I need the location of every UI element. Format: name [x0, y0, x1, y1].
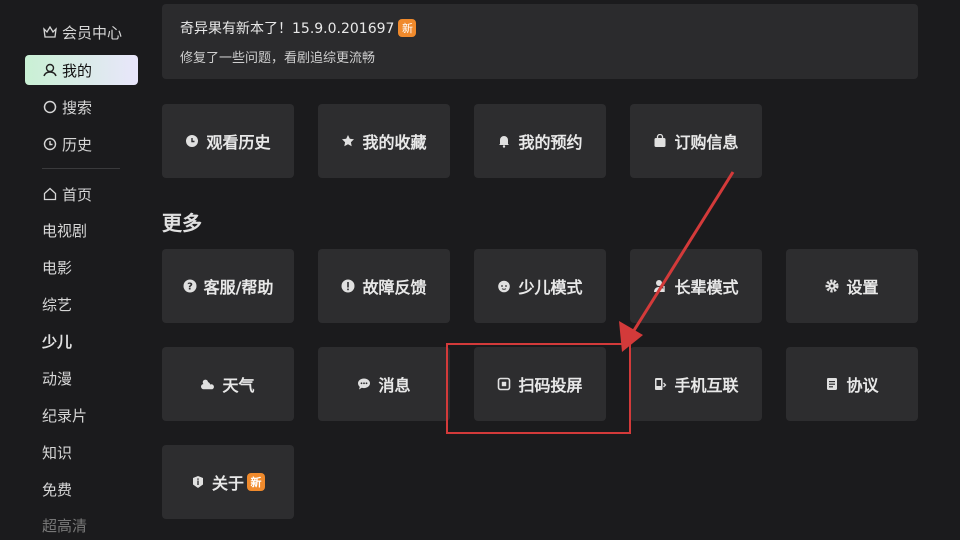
sidebar-item-vip[interactable]: 会员中心: [25, 17, 138, 47]
tile-kids-mode[interactable]: 少儿模式: [474, 249, 606, 323]
sidebar-divider: [42, 168, 120, 169]
sidebar-item-movie[interactable]: 电影: [25, 252, 138, 282]
tile-label: 消息: [378, 376, 411, 395]
alert-icon: [341, 279, 355, 293]
elder-icon: [653, 279, 667, 293]
phone-icon: [653, 377, 667, 391]
sidebar-item-uhd[interactable]: 超高清: [25, 510, 138, 540]
sidebar-item-label: 纪录片: [42, 406, 88, 425]
gear-icon: [825, 279, 839, 293]
sidebar-item-knowledge[interactable]: 知识: [25, 437, 138, 467]
tile-label: 少儿模式: [518, 278, 583, 297]
tile-elder-mode[interactable]: 长辈模式: [630, 249, 762, 323]
tile-label: 设置: [846, 278, 879, 297]
sidebar-item-label: 动漫: [42, 369, 73, 388]
new-badge: 新: [398, 19, 417, 37]
tile-label: 订购信息: [674, 133, 739, 152]
sidebar-item-label: 少儿: [42, 332, 73, 351]
highlight-box: [446, 343, 631, 434]
tile-about[interactable]: 关于 新: [162, 445, 294, 519]
tile-watch-history[interactable]: 观看历史: [162, 104, 294, 178]
child-icon: [497, 279, 511, 293]
sidebar-item-anime[interactable]: 动漫: [25, 363, 138, 393]
sidebar-item-label: 知识: [42, 443, 73, 462]
sidebar-item-history[interactable]: 历史: [25, 129, 138, 159]
tile-weather[interactable]: 天气: [162, 347, 294, 421]
message-icon: [357, 377, 371, 391]
sidebar-item-search[interactable]: 搜索: [25, 92, 138, 122]
tile-label: 我的收藏: [362, 133, 427, 152]
tile-label: 我的预约: [518, 133, 583, 152]
sidebar-item-kids[interactable]: 少儿: [25, 326, 138, 356]
search-icon: [42, 100, 57, 115]
new-badge: 新: [247, 473, 265, 491]
tile-feedback[interactable]: 故障反馈: [318, 249, 450, 323]
sidebar-item-label: 电视剧: [42, 221, 88, 240]
sidebar-item-free[interactable]: 免费: [25, 474, 138, 504]
sidebar-item-variety[interactable]: 综艺: [25, 289, 138, 319]
sidebar-item-label: 综艺: [42, 295, 73, 314]
document-icon: [825, 377, 839, 391]
update-notice-title: 奇异果有新本了！15.9.0.201697: [180, 21, 395, 37]
update-notice-subtitle: 修复了一些问题，看剧追综更流畅: [180, 51, 376, 66]
tile-label: 客服/帮助: [203, 278, 274, 297]
info-icon: [191, 475, 205, 489]
tile-customer-service[interactable]: ? 客服/帮助: [162, 249, 294, 323]
update-notice[interactable]: 奇异果有新本了！15.9.0.201697 新 修复了一些问题，看剧追综更流畅: [162, 4, 918, 79]
tile-label: 关于: [211, 474, 244, 493]
sidebar-item-label: 历史: [62, 135, 93, 154]
home-icon: [42, 187, 57, 202]
bell-icon: [497, 134, 511, 148]
tile-phone-link[interactable]: 手机互联: [630, 347, 762, 421]
sidebar-item-home[interactable]: 首页: [25, 179, 138, 209]
crown-icon: [42, 25, 57, 40]
tile-label: 长辈模式: [674, 278, 739, 297]
tile-messages[interactable]: 消息: [318, 347, 450, 421]
sidebar-item-label: 搜索: [62, 98, 93, 117]
sidebar: 会员中心 我的 搜索 历史 首页 电视剧 电影 综艺 少儿 动漫 纪录片 知识 …: [0, 0, 150, 540]
help-icon: ?: [183, 279, 197, 293]
sidebar-item-label: 超高清: [42, 516, 88, 535]
tile-favorites[interactable]: 我的收藏: [318, 104, 450, 178]
sidebar-item-documentary[interactable]: 纪录片: [25, 400, 138, 430]
svg-text:?: ?: [187, 282, 193, 293]
tile-label: 手机互联: [674, 376, 739, 395]
sidebar-item-tv[interactable]: 电视剧: [25, 215, 138, 245]
tile-label: 故障反馈: [362, 278, 427, 297]
bag-icon: [653, 134, 667, 148]
tile-reservations[interactable]: 我的预约: [474, 104, 606, 178]
sidebar-item-label: 首页: [62, 185, 93, 204]
sidebar-item-label: 我的: [62, 61, 93, 80]
clock-icon: [42, 137, 57, 152]
user-icon: [42, 63, 57, 78]
sidebar-item-label: 免费: [42, 480, 73, 499]
section-title-more: 更多: [162, 211, 202, 235]
tile-label: 协议: [846, 376, 879, 395]
tile-agreement[interactable]: 协议: [786, 347, 918, 421]
star-icon: [341, 134, 355, 148]
tile-settings[interactable]: 设置: [786, 249, 918, 323]
weather-icon: [201, 377, 215, 391]
sidebar-item-label: 电影: [42, 258, 73, 277]
clock-icon: [185, 134, 199, 148]
sidebar-item-mine[interactable]: 我的: [25, 55, 138, 85]
tile-orders[interactable]: 订购信息: [630, 104, 762, 178]
sidebar-item-label: 会员中心: [62, 23, 123, 42]
tile-label: 天气: [222, 376, 255, 395]
tile-label: 观看历史: [206, 133, 271, 152]
